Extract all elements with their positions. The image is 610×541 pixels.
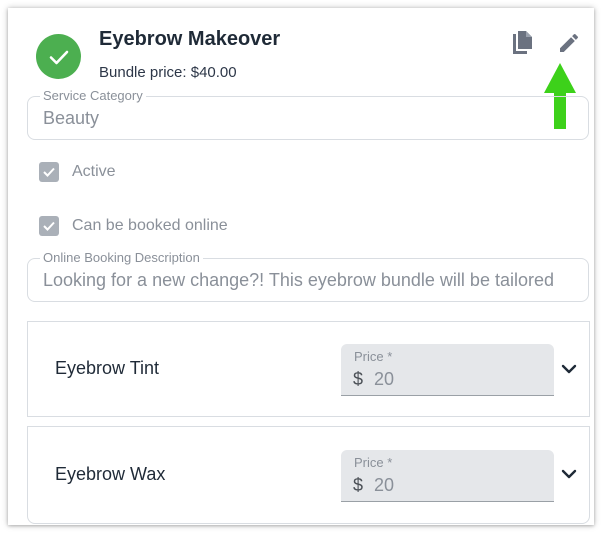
service-category-value: Beauty	[43, 108, 100, 128]
booking-description-value: Looking for a new change?! This eyebrow …	[43, 270, 554, 290]
copy-button[interactable]	[508, 28, 538, 58]
price-label: Price *	[354, 349, 393, 364]
chevron-down-icon[interactable]	[559, 359, 579, 379]
service-name: Eyebrow Wax	[55, 464, 166, 484]
checkmark-icon	[43, 167, 55, 177]
active-checkbox-row[interactable]: Active	[39, 161, 116, 183]
price-value: 20	[374, 475, 395, 495]
copy-icon	[513, 31, 532, 54]
service-category-label: Service Category	[40, 88, 146, 103]
online-booking-checkbox[interactable]	[39, 216, 59, 236]
bundle-price: Bundle price: $40.00	[99, 64, 237, 81]
chevron-down-icon[interactable]	[559, 464, 579, 484]
price-input-tint[interactable]: Price * $ 20	[341, 344, 554, 396]
currency-symbol: $	[353, 369, 364, 389]
price-value: 20	[374, 369, 395, 389]
online-checkbox-row[interactable]: Can be booked online	[39, 215, 228, 237]
service-row-wax: Eyebrow Wax Price * $ 20	[27, 426, 590, 524]
price-label: Price *	[354, 455, 393, 470]
service-row-tint: Eyebrow Tint Price * $ 20	[27, 321, 590, 417]
active-label: Active	[72, 163, 116, 180]
edit-button[interactable]	[554, 28, 584, 58]
bundle-title: Eyebrow Makeover	[99, 28, 281, 50]
check-circle-icon	[36, 34, 81, 79]
online-booking-label: Can be booked online	[72, 217, 228, 234]
active-checkbox[interactable]	[39, 162, 59, 182]
checkmark-icon	[43, 221, 55, 231]
booking-description-label: Online Booking Description	[40, 250, 203, 265]
currency-symbol: $	[353, 475, 364, 495]
edit-icon	[560, 33, 579, 52]
price-input-wax[interactable]: Price * $ 20	[341, 450, 554, 502]
service-name: Eyebrow Tint	[55, 358, 160, 378]
bundle-card: Eyebrow Makeover Bundle price: $40.00 Se…	[8, 8, 594, 525]
service-category-field[interactable]: Service Category Beauty	[27, 88, 589, 140]
booking-description-field[interactable]: Online Booking Description Looking for a…	[27, 250, 589, 302]
